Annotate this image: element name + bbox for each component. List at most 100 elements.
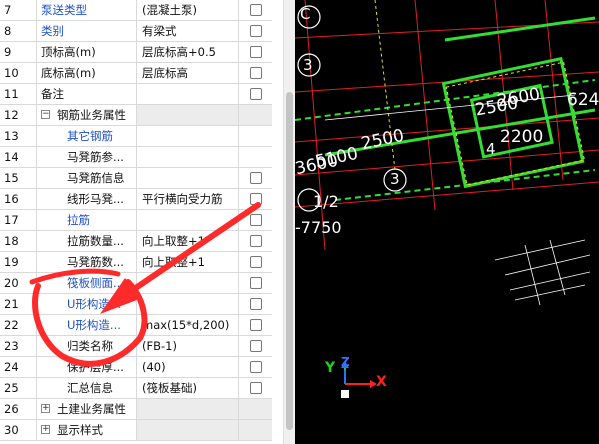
property-label: 其它钢筋 <box>67 129 113 143</box>
checkbox-cell <box>239 21 272 41</box>
vertical-scrollbar[interactable] <box>283 0 295 444</box>
property-row[interactable]: 23 归类名称 (FB-1) <box>0 336 272 357</box>
attach-checkbox[interactable] <box>250 4 262 16</box>
property-value[interactable]: (40) <box>137 357 239 377</box>
property-label: 显示样式 <box>57 423 103 437</box>
attach-checkbox[interactable] <box>250 340 262 352</box>
attach-checkbox[interactable] <box>250 193 262 205</box>
attach-checkbox[interactable] <box>250 256 262 268</box>
attach-checkbox[interactable] <box>250 172 262 184</box>
property-label: 汇总信息 <box>67 381 113 395</box>
property-panel: 7 泵送类型 (混凝土泵) 8 类别 有梁式 9 顶标高(m) 层底标高+0.5 10 底标高(m)… <box>0 0 283 444</box>
property-row[interactable]: 20 筏板侧面... <box>0 273 272 294</box>
cad-dimension-label: 2200 <box>500 127 544 147</box>
property-label: 马凳筋数... <box>67 255 124 269</box>
cad-axis-label: 3 <box>390 170 400 188</box>
property-value[interactable]: 层底标高+0.5 <box>137 42 239 62</box>
collapse-icon[interactable]: − <box>41 110 50 119</box>
attach-checkbox[interactable] <box>250 361 262 373</box>
property-label: 备注 <box>41 87 64 101</box>
property-value[interactable]: 向上取整+1 <box>137 252 239 272</box>
attach-checkbox[interactable] <box>250 277 262 289</box>
property-group-header[interactable]: + 显示样式 <box>37 420 137 440</box>
attach-checkbox[interactable] <box>250 214 262 226</box>
property-label: 顶标高(m) <box>41 45 96 59</box>
property-row[interactable]: 15 马凳筋信息 <box>0 168 272 189</box>
property-row[interactable]: 17 拉筋 <box>0 210 272 231</box>
property-label: U形构造... <box>67 318 121 332</box>
property-label: U形构造... <box>67 297 121 311</box>
attach-checkbox[interactable] <box>250 298 262 310</box>
property-value[interactable] <box>137 147 239 167</box>
property-value[interactable] <box>137 126 239 146</box>
cad-viewport[interactable]: C 3 2500 2600 4 2200 624 5100 2500 3600 … <box>295 0 599 444</box>
expand-icon[interactable]: + <box>41 425 50 434</box>
x-axis-label: X <box>376 374 387 390</box>
z-axis-label: Z <box>341 355 350 369</box>
cad-axis-label: 3 <box>303 56 313 74</box>
property-value[interactable] <box>137 105 239 125</box>
property-row[interactable]: 9 顶标高(m) 层底标高+0.5 <box>0 42 272 63</box>
row-number: 24 <box>0 357 37 377</box>
property-name: 底标高(m) <box>37 63 137 83</box>
attach-checkbox[interactable] <box>250 46 262 58</box>
row-number: 26 <box>0 399 37 419</box>
property-row[interactable]: 7 泵送类型 (混凝土泵) <box>0 0 272 21</box>
property-row[interactable]: 25 汇总信息 (筏板基础) <box>0 378 272 399</box>
property-value[interactable] <box>137 294 239 314</box>
property-row[interactable]: 8 类别 有梁式 <box>0 21 272 42</box>
row-number: 8 <box>0 21 37 41</box>
property-value[interactable] <box>137 210 239 230</box>
attach-checkbox[interactable] <box>250 319 262 331</box>
attach-checkbox[interactable] <box>250 235 262 247</box>
attach-checkbox[interactable] <box>250 382 262 394</box>
property-value[interactable]: (混凝土泵) <box>137 0 239 20</box>
property-row[interactable]: 30 + 显示样式 <box>0 420 272 441</box>
property-label: 归类名称 <box>67 339 113 353</box>
property-row[interactable]: 22 U形构造... max(15*d,200) <box>0 315 272 336</box>
property-row[interactable]: 13 其它钢筋 <box>0 126 272 147</box>
property-group-header[interactable]: − 钢筋业务属性 <box>37 105 137 125</box>
property-row[interactable]: 16 线形马凳... 平行横向受力筋 <box>0 189 272 210</box>
checkbox-cell <box>239 378 272 398</box>
property-value[interactable]: (FB-1) <box>137 336 239 356</box>
row-number: 16 <box>0 189 37 209</box>
cad-axis-label: C <box>300 5 311 23</box>
property-row[interactable]: 11 备注 <box>0 84 272 105</box>
expand-icon[interactable]: + <box>41 404 50 413</box>
row-number: 19 <box>0 252 37 272</box>
property-name: U形构造... <box>37 294 137 314</box>
checkbox-cell <box>239 420 272 440</box>
property-label: 拉筋 <box>67 213 90 227</box>
property-row[interactable]: 19 马凳筋数... 向上取整+1 <box>0 252 272 273</box>
property-row[interactable]: 12− 钢筋业务属性 <box>0 105 272 126</box>
property-value[interactable]: 层底标高 <box>137 63 239 83</box>
property-row[interactable]: 26 + 土建业务属性 <box>0 399 272 420</box>
property-row[interactable]: 10 底标高(m) 层底标高 <box>0 63 272 84</box>
property-name: 备注 <box>37 84 137 104</box>
property-group-header[interactable]: + 土建业务属性 <box>37 399 137 419</box>
checkbox-cell <box>239 231 272 251</box>
property-value[interactable]: 向上取整+1 <box>137 231 239 251</box>
property-row[interactable]: 14 马凳筋参... <box>0 147 272 168</box>
property-row[interactable]: 18 拉筋数量... 向上取整+1 <box>0 231 272 252</box>
property-value[interactable]: 有梁式 <box>137 21 239 41</box>
attach-checkbox[interactable] <box>250 67 262 79</box>
row-number: 20 <box>0 273 37 293</box>
property-value[interactable] <box>137 420 239 440</box>
property-value[interactable] <box>137 84 239 104</box>
property-value[interactable] <box>137 399 239 419</box>
checkbox-cell <box>239 168 272 188</box>
property-row[interactable]: 24 保护层厚... (40) <box>0 357 272 378</box>
property-value[interactable]: (筏板基础) <box>137 378 239 398</box>
scrollbar-thumb[interactable] <box>286 92 293 430</box>
property-value[interactable]: max(15*d,200) <box>137 315 239 335</box>
cad-dimension-label: -7750 <box>295 218 342 237</box>
property-value[interactable] <box>137 168 239 188</box>
property-value[interactable]: 平行横向受力筋 <box>137 189 239 209</box>
property-row[interactable]: 21 U形构造... <box>0 294 272 315</box>
property-label: 保护层厚... <box>67 360 124 374</box>
attach-checkbox[interactable] <box>250 25 262 37</box>
attach-checkbox[interactable] <box>250 88 262 100</box>
property-value[interactable] <box>137 273 239 293</box>
